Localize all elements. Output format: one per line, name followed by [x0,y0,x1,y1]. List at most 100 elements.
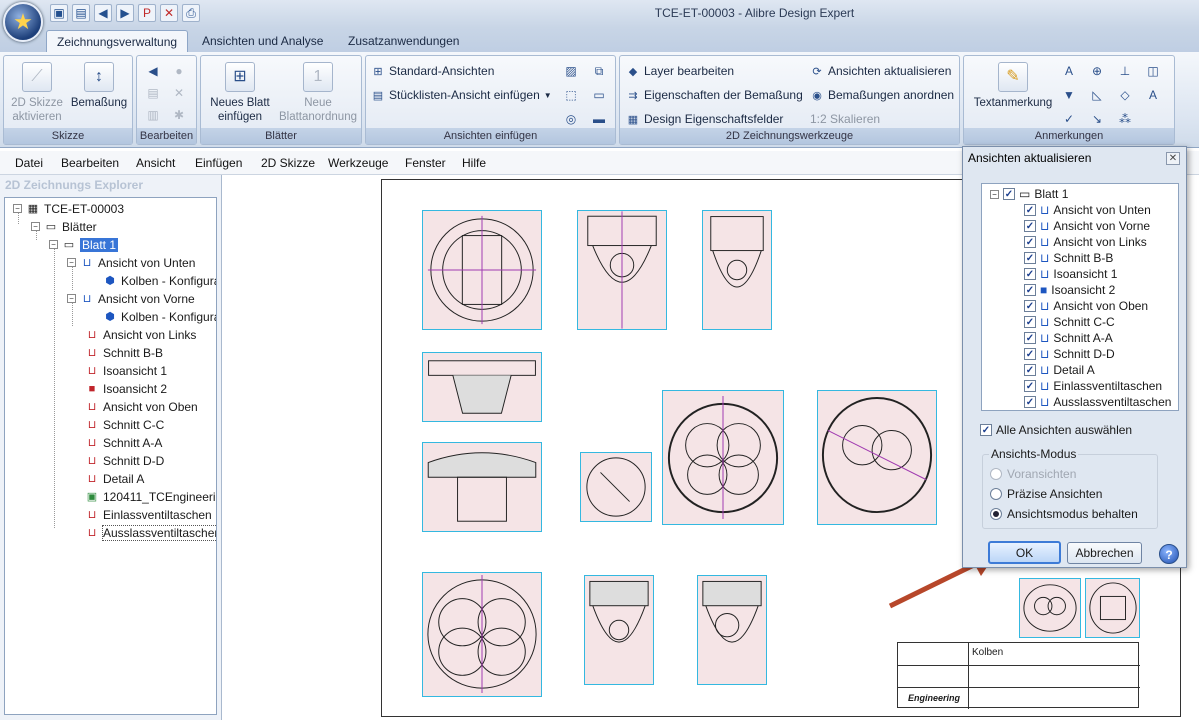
broken-view-icon[interactable]: ▭ [590,86,608,104]
menu-2d-skizze[interactable]: 2D Skizze [261,156,315,170]
view-auslass[interactable] [1085,578,1140,638]
bemassungen-anordnen-button[interactable]: ◉ Bemaßungen anordnen [810,88,954,102]
tree-root[interactable]: − ▦ TCE-ET-00003 [13,200,124,217]
radio-ansichtsmodus-behalten[interactable]: Ansichtsmodus behalten [990,507,1138,521]
ok-button[interactable]: OK [988,541,1061,564]
view-detail-a[interactable] [580,452,652,522]
radio-button[interactable] [990,508,1002,520]
select-all-checkbox[interactable]: ✓ Alle Ansichten auswählen [980,423,1132,437]
standard-ansichten-button[interactable]: ⊞ Standard-Ansichten [371,64,494,78]
tree-item[interactable]: ⊔ Schnitt C-C [85,416,165,433]
tree-item[interactable]: ■ Isoansicht 2 [85,380,167,397]
view-left[interactable] [702,210,772,330]
tree-item[interactable]: ▣ 120411_TCEngineerin [85,488,216,505]
checkbox[interactable]: ✓ [1024,252,1036,264]
view-check-item[interactable]: ✓ ⊔ Einlassventiltaschen [1024,378,1162,394]
radio-button[interactable] [990,468,1002,480]
tree-item[interactable]: ⊔ Einlassventiltaschen [85,506,212,523]
close-icon[interactable]: ✕ [1166,152,1180,165]
tree-item[interactable]: ⊔ Schnitt B-B [85,344,163,361]
checkbox[interactable]: ✓ [1024,364,1036,376]
tree-item[interactable]: ⊔ Detail A [85,470,145,487]
neue-blattanordnung-button[interactable]: 1 Neue Blattanordnung [277,62,359,124]
checkbox[interactable]: ✓ [1024,204,1036,216]
checkbox[interactable]: ✓ [1024,348,1036,360]
collapse-icon[interactable]: − [990,189,999,199]
copy-icon[interactable]: ▤ [144,84,162,102]
tree-item[interactable]: − ⊔ Ansicht von Vorne [67,290,195,307]
design-eigenschaftsfelder-button[interactable]: ▦ Design Eigenschaftsfelder [626,112,784,126]
checkbox[interactable]: ✓ [1024,332,1036,344]
view-check-item[interactable]: ✓ ⊔ Ansicht von Links [1024,234,1147,250]
checkbox[interactable]: ✓ [1024,316,1036,328]
view-section-d[interactable] [697,575,767,685]
menu-ansicht[interactable]: Ansicht [136,156,175,170]
menu-bearbeiten[interactable]: Bearbeiten [61,156,119,170]
redo-icon[interactable]: ● [170,62,188,80]
revision-icon[interactable]: A [1144,86,1162,104]
view-check-item[interactable]: ✓ ⊔ Ausslassventiltaschen [1024,394,1171,410]
menu-einfuegen[interactable]: Einfügen [195,156,242,170]
tab-zeichnungsverwaltung[interactable]: Zeichnungsverwaltung [46,30,189,52]
stuecklisten-ansicht-button[interactable]: ▤ Stücklisten-Ansicht einfügen ▼ [371,88,552,102]
datum-icon[interactable]: A [1060,62,1078,80]
menu-werkzeuge[interactable]: Werkzeuge [328,156,388,170]
checkbox[interactable]: ✓ [1024,300,1036,312]
view-check-item[interactable]: ✓ ⊔ Schnitt B-B [1024,250,1113,266]
view-check-item[interactable]: ✓ ⊔ Isoansicht 1 [1024,266,1117,282]
view-check-item[interactable]: ✓ ⊔ Detail A [1024,362,1095,378]
textanmerkung-button[interactable]: ✎ Textanmerkung [968,62,1058,110]
menu-datei[interactable]: Datei [15,156,43,170]
tree-item[interactable]: ⬢ Kolben - Konfigura [103,308,216,325]
eigenschaften-bemassung-button[interactable]: ⇉ Eigenschaften der Bemaßung [626,88,802,102]
ansichten-aktualisieren-button[interactable]: ⟳ Ansichten aktualisieren [810,64,951,78]
view-section-b[interactable] [422,352,542,422]
2d-skizze-button[interactable]: ⟋ 2D Skizze aktivieren [8,62,66,124]
collapse-icon[interactable]: − [67,294,76,303]
help-icon[interactable]: ? [1159,544,1179,564]
app-menu-button[interactable]: ★ [3,2,43,42]
neues-blatt-button[interactable]: ⊞ Neues Blatt einfügen [205,62,275,124]
checkbox[interactable]: ✓ [1003,188,1015,200]
transform-icon[interactable]: ✱ [170,106,188,124]
view-check-item[interactable]: ✓ ⊔ Schnitt C-C [1024,314,1115,330]
tree-item[interactable]: ⊔ Ansicht von Links [85,326,197,343]
pattern-icon[interactable]: ⁂ [1116,110,1134,128]
tree-blatt-1[interactable]: − ▭ Blatt 1 [49,236,119,253]
view-check-item[interactable]: ✓ ■ Isoansicht 2 [1024,282,1115,298]
checkbox[interactable]: ✓ [1024,236,1036,248]
menu-fenster[interactable]: Fenster [405,156,446,170]
radio-button[interactable] [990,488,1002,500]
detail-view-icon[interactable]: ⧉ [590,62,608,80]
tree-blaetter[interactable]: − ▭ Blätter [31,218,97,235]
checkbox[interactable]: ✓ [1024,284,1036,296]
view-bottom[interactable] [422,210,542,330]
paste-icon[interactable]: ▥ [144,106,162,124]
check-icon[interactable]: ✓ [1060,110,1078,128]
tree-item[interactable]: ⬢ Kolben - Konfigura [103,272,216,289]
tab-zusatzanwendungen[interactable]: Zusatzanwendungen [338,30,469,52]
collapse-icon[interactable]: − [13,204,22,213]
checkbox[interactable]: ✓ [1024,220,1036,232]
balloon-icon[interactable]: ◫ [1144,62,1162,80]
image-view-icon[interactable]: ▬ [590,110,608,128]
view-section-c[interactable] [422,442,542,532]
cancel-button[interactable]: Abbrechen [1067,542,1142,564]
view-iso-2[interactable] [1019,578,1081,638]
surface-finish-icon[interactable]: ▼ [1060,86,1078,104]
tab-ansichten-und-analyse[interactable]: Ansichten und Analyse [192,30,333,52]
view-check-item[interactable]: ✓ ⊔ Schnitt D-D [1024,346,1115,362]
leader-icon[interactable]: ↘ [1088,110,1106,128]
checkbox[interactable]: ✓ [1024,396,1036,408]
checkbox[interactable]: ✓ [1024,268,1036,280]
collapse-icon[interactable]: − [49,240,58,249]
crop-view-icon[interactable]: ◎ [562,110,580,128]
tree-item[interactable]: ⊔ Schnitt D-D [85,452,165,469]
bemassung-button[interactable]: ↕ Bemaßung [68,62,130,110]
view-top[interactable] [662,390,784,525]
view-front[interactable] [577,210,667,330]
checkbox[interactable]: ✓ [980,424,992,436]
center-line-icon[interactable]: ⊥ [1116,62,1134,80]
skalieren-button[interactable]: 1:2 Skalieren [810,112,880,126]
tree-item[interactable]: ⊔ Ausslassventiltaschen [85,524,216,541]
